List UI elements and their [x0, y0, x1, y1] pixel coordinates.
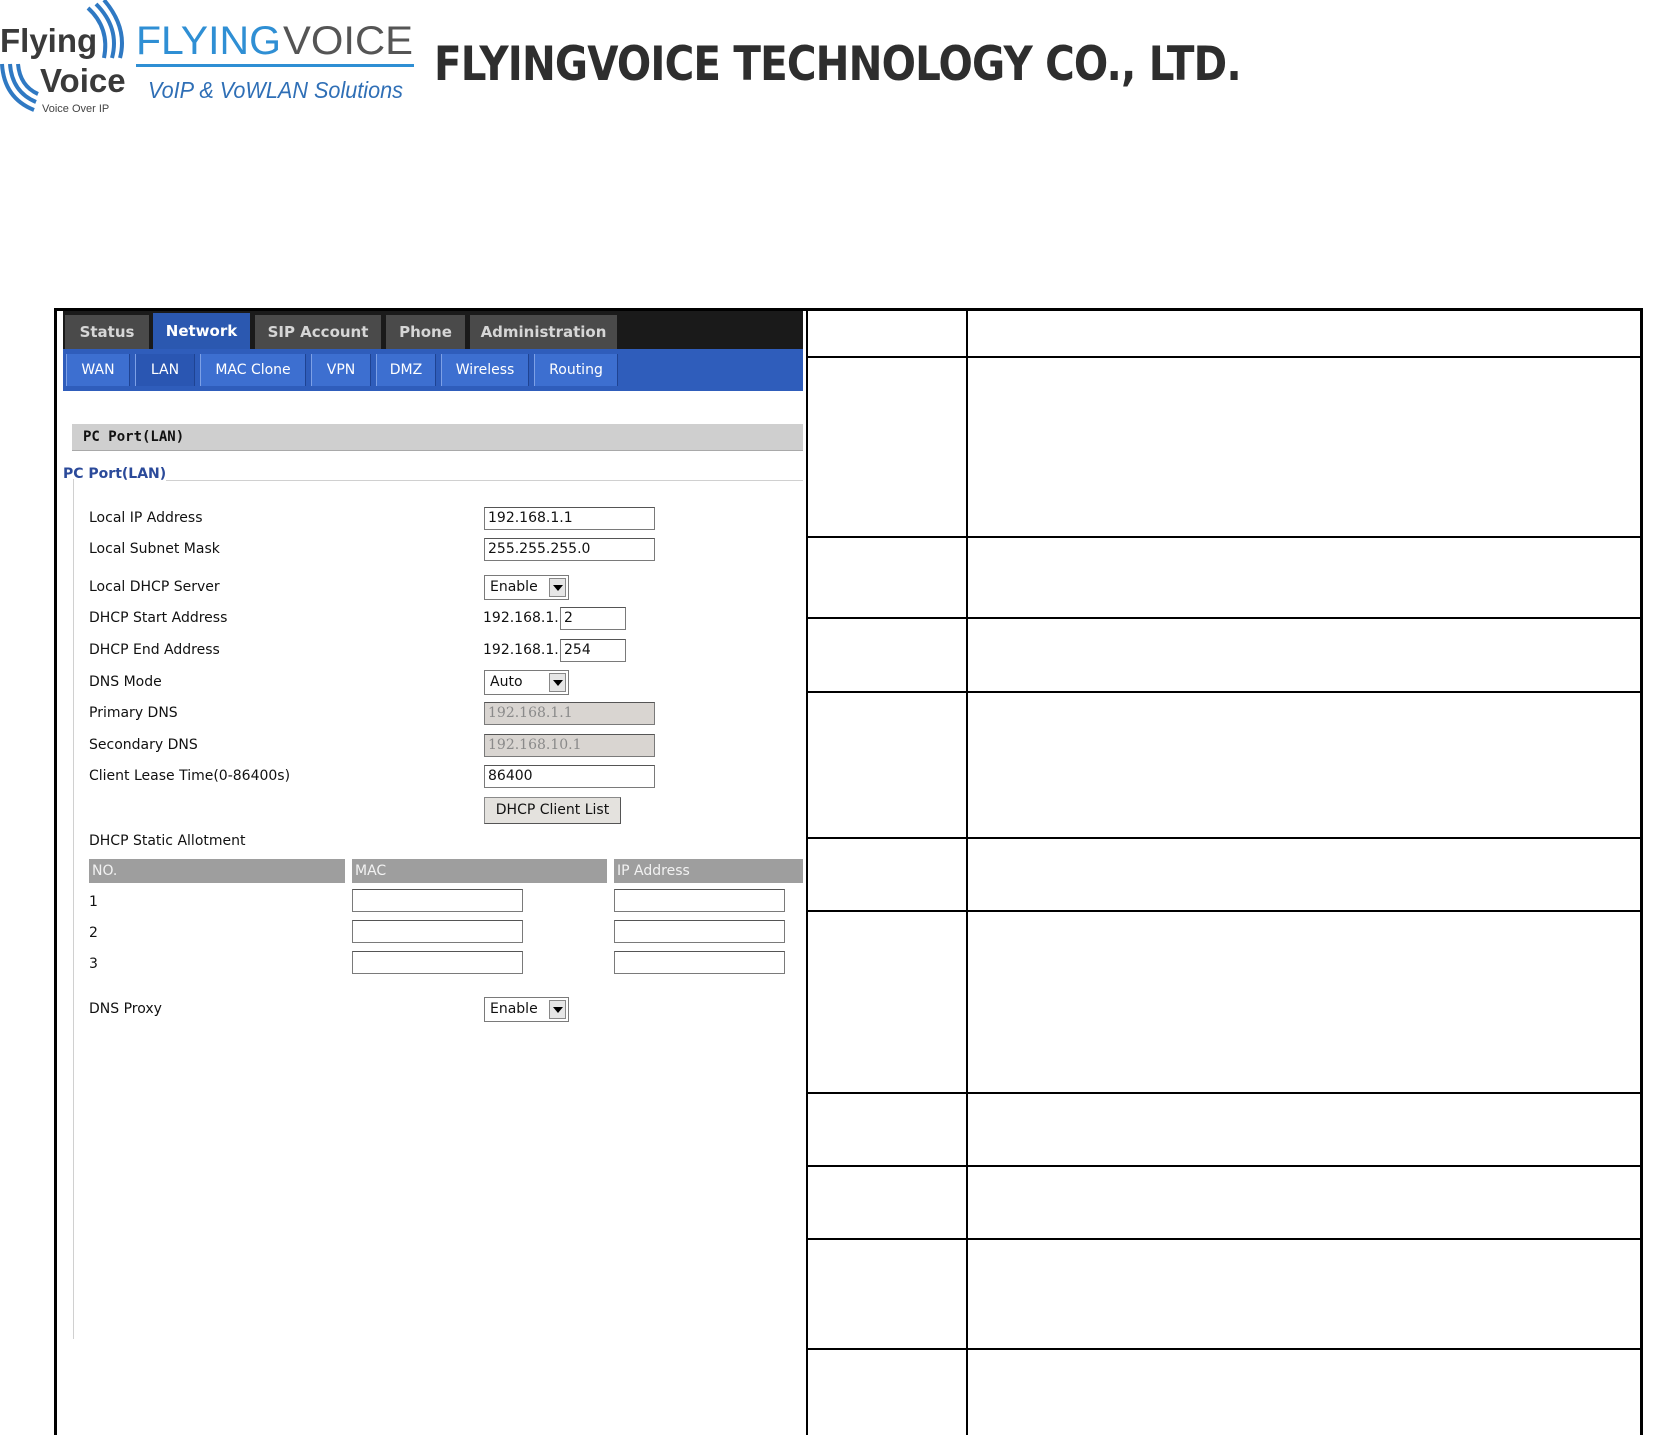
dhcp-server-label: Local DHCP Server: [89, 579, 220, 595]
dns-proxy-value: Enable: [490, 1001, 538, 1017]
router-config-screenshot: Status Network SIP Account Phone Adminis…: [63, 311, 803, 1435]
subtab-wan[interactable]: WAN: [66, 354, 130, 386]
table-row-divider: [806, 356, 1640, 358]
secondary-dns-input: 192.168.10.1: [484, 734, 655, 757]
dhcp-end-prefix: 192.168.1.: [483, 642, 559, 658]
fieldset-left-border: [73, 479, 74, 1339]
main-tab-bar: Status Network SIP Account Phone Adminis…: [63, 311, 803, 349]
subtab-vpn[interactable]: VPN: [311, 354, 371, 386]
static-mac-input[interactable]: [352, 920, 523, 943]
dns-mode-value: Auto: [490, 674, 523, 690]
table-row-divider: [806, 1348, 1640, 1350]
column-header-ip: IP Address: [614, 859, 803, 883]
dhcp-start-label: DHCP Start Address: [89, 610, 228, 626]
dns-proxy-label: DNS Proxy: [89, 1001, 162, 1017]
table-row-divider: [806, 691, 1640, 693]
secondary-dns-label: Secondary DNS: [89, 737, 198, 753]
tab-administration[interactable]: Administration: [470, 315, 617, 349]
static-ip-input[interactable]: [614, 920, 785, 943]
logo-text-flying: Flying: [0, 22, 97, 59]
chevron-down-icon: [549, 1000, 566, 1019]
description-table: [806, 311, 1640, 1435]
sub-tab-bar: WAN LAN MAC Clone VPN DMZ Wireless Routi…: [63, 349, 803, 391]
dns-mode-select[interactable]: Auto: [484, 670, 569, 695]
table-row-divider: [806, 1238, 1640, 1240]
column-header-mac: MAC: [352, 859, 607, 883]
local-ip-label: Local IP Address: [89, 510, 203, 526]
dhcp-client-list-button[interactable]: DHCP Client List: [484, 797, 621, 824]
dhcp-end-input[interactable]: 254: [560, 639, 626, 662]
lease-time-label: Client Lease Time(0-86400s): [89, 768, 291, 784]
dhcp-start-input[interactable]: 2: [560, 607, 626, 630]
brand-name-voice: VOICE: [283, 20, 413, 63]
static-row-number: 1: [89, 894, 98, 910]
table-row-divider: [806, 910, 1640, 912]
brand-name-flying: FLYING: [136, 20, 281, 63]
section-title-bar: PC Port(LAN): [72, 424, 803, 451]
flying-voice-logo: Flying Voice Voice Over IP: [0, 0, 125, 115]
static-row-number: 2: [89, 925, 98, 941]
tab-sip-account[interactable]: SIP Account: [255, 315, 381, 349]
column-header-no: NO.: [89, 859, 345, 883]
static-ip-input[interactable]: [614, 889, 785, 912]
table-row-divider: [806, 1092, 1640, 1094]
fieldset-top-border: [166, 480, 803, 481]
table-row-divider: [806, 837, 1640, 839]
flyingvoice-brand-logo: FLYING VOICE VoIP & VoWLAN Solutions: [136, 20, 414, 103]
subnet-mask-input[interactable]: 255.255.255.0: [484, 538, 655, 561]
brand-tagline: VoIP & VoWLAN Solutions: [148, 77, 403, 103]
subnet-mask-label: Local Subnet Mask: [89, 541, 220, 557]
static-mac-input[interactable]: [352, 951, 523, 974]
subtab-dmz[interactable]: DMZ: [376, 354, 436, 386]
table-border-left: [806, 311, 808, 1435]
subtab-mac-clone[interactable]: MAC Clone: [200, 354, 306, 386]
dns-proxy-select[interactable]: Enable: [484, 997, 569, 1022]
tab-network[interactable]: Network: [153, 313, 250, 349]
tab-phone[interactable]: Phone: [386, 315, 465, 349]
static-row-number: 3: [89, 956, 98, 972]
dns-mode-label: DNS Mode: [89, 674, 162, 690]
local-ip-input[interactable]: 192.168.1.1: [484, 507, 655, 530]
static-mac-input[interactable]: [352, 889, 523, 912]
primary-dns-input: 192.168.1.1: [484, 702, 655, 725]
tab-status[interactable]: Status: [65, 315, 149, 349]
logo-text-voice: Voice: [40, 62, 125, 99]
table-row-divider: [806, 617, 1640, 619]
lease-time-input[interactable]: 86400: [484, 765, 655, 788]
subtab-wireless[interactable]: Wireless: [441, 354, 529, 386]
table-row-divider: [806, 536, 1640, 538]
logo-text-tagline: Voice Over IP: [42, 103, 109, 115]
fieldset-legend: PC Port(LAN): [63, 466, 167, 482]
dhcp-server-value: Enable: [490, 579, 538, 595]
table-column-divider: [966, 311, 968, 1435]
company-name: FLYINGVOICE TECHNOLOGY CO., LTD.: [434, 37, 1242, 92]
subtab-routing[interactable]: Routing: [534, 354, 618, 386]
dhcp-end-label: DHCP End Address: [89, 642, 220, 658]
chevron-down-icon: [549, 578, 566, 597]
primary-dns-label: Primary DNS: [89, 705, 178, 721]
subtab-lan[interactable]: LAN: [135, 354, 195, 386]
dhcp-start-prefix: 192.168.1.: [483, 610, 559, 626]
static-ip-input[interactable]: [614, 951, 785, 974]
dhcp-server-select[interactable]: Enable: [484, 575, 569, 600]
static-allotment-label: DHCP Static Allotment: [89, 833, 246, 849]
chevron-down-icon: [549, 673, 566, 692]
table-row-divider: [806, 1165, 1640, 1167]
